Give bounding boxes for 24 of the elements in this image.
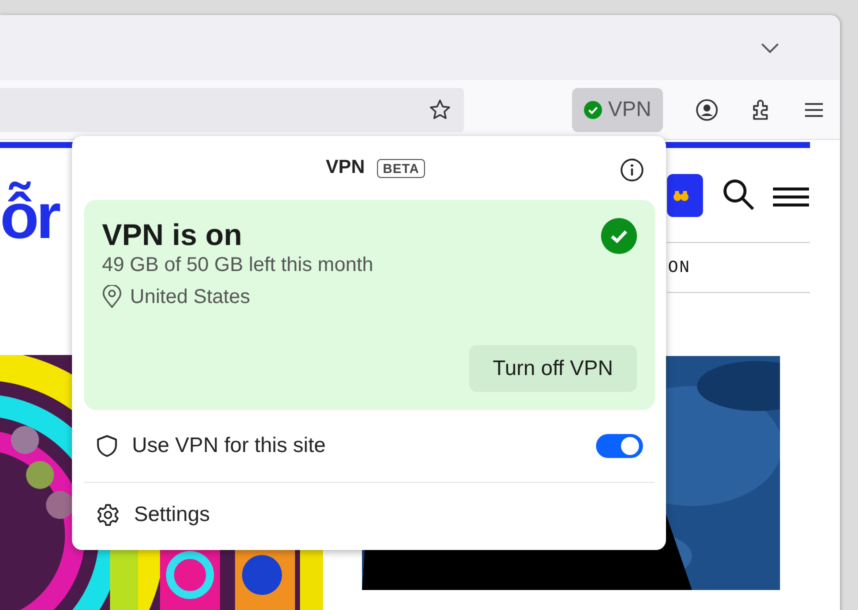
location-pin-icon xyxy=(102,285,122,309)
star-icon[interactable] xyxy=(428,98,452,122)
nav-link[interactable]: ON xyxy=(668,259,690,278)
settings-icon[interactable] xyxy=(96,503,120,527)
vpn-button[interactable]: VPN xyxy=(572,88,664,132)
settings-item[interactable]: Settings xyxy=(134,503,210,527)
info-icon[interactable] xyxy=(620,158,644,182)
site-toggle-label: Use VPN for this site xyxy=(132,434,327,458)
location-text: United States xyxy=(130,286,250,308)
panel-title: VPN xyxy=(326,157,365,179)
menu-icon[interactable] xyxy=(772,187,810,207)
status-title: VPN is on xyxy=(102,219,242,253)
shield-icon xyxy=(96,434,118,458)
menu-icon[interactable] xyxy=(803,100,825,118)
binoculars-icon xyxy=(673,190,689,202)
search-icon[interactable] xyxy=(722,178,756,212)
beta-badge: BETA xyxy=(376,158,426,178)
site-button[interactable] xyxy=(667,174,703,217)
chevron-down-icon[interactable] xyxy=(760,42,780,54)
toggle-switch[interactable] xyxy=(596,434,643,458)
account-icon[interactable] xyxy=(695,98,720,122)
turn-off-button[interactable]: Turn off VPN xyxy=(468,345,637,392)
usage-text: 49 GB of 50 GB left this month xyxy=(102,254,374,277)
site-logo: ỗr xyxy=(0,184,58,248)
